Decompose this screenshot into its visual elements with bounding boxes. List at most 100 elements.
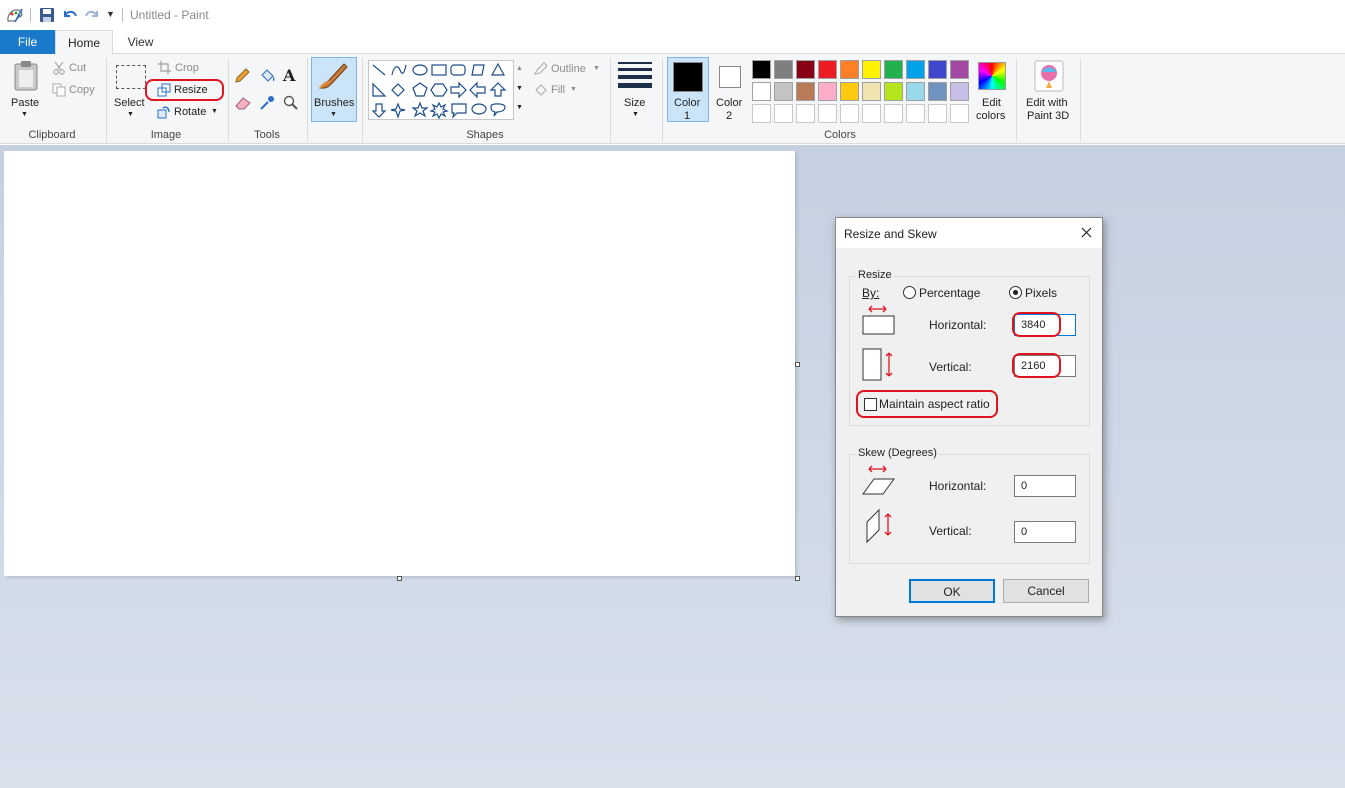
tab-file[interactable]: File (0, 30, 55, 54)
brushes-label[interactable]: Brushes (314, 97, 354, 109)
crop-button[interactable]: Crop (175, 62, 199, 74)
color2-swatch[interactable] (719, 66, 741, 88)
ok-button[interactable]: OK (909, 579, 995, 603)
horizontal-highlight (1012, 312, 1061, 337)
fill-bucket-icon[interactable] (258, 67, 276, 85)
outline-button[interactable]: Outline (551, 63, 586, 75)
size-label[interactable]: Size (624, 97, 645, 109)
color2-label[interactable]: Color (716, 97, 742, 109)
customize-toolbar-icon[interactable]: ▼ (106, 9, 115, 19)
palette-color-swatch[interactable] (752, 82, 771, 101)
undo-icon[interactable] (62, 7, 78, 23)
brushes-dropdown-icon[interactable]: ▼ (330, 111, 337, 118)
select-icon[interactable] (116, 65, 146, 89)
edit-colors-icon[interactable] (978, 62, 1006, 90)
palette-color-swatch[interactable] (928, 104, 947, 123)
skew-horizontal-input[interactable]: 0 (1014, 475, 1076, 497)
color-picker-icon[interactable] (259, 95, 275, 111)
colors-group-label: Colors (824, 129, 856, 141)
shapes-scroll-up-icon[interactable]: ▲ (516, 65, 523, 72)
shapes-more-icon[interactable]: ▼ (516, 104, 523, 111)
percentage-label[interactable]: Percentage (919, 286, 980, 300)
palette-color-swatch[interactable] (840, 60, 859, 79)
edit-paint3d-label-2[interactable]: Paint 3D (1027, 110, 1069, 122)
size-icon[interactable] (618, 62, 652, 90)
palette-color-swatch[interactable] (884, 82, 903, 101)
select-dropdown-icon[interactable]: ▼ (127, 111, 134, 118)
palette-color-swatch[interactable] (884, 60, 903, 79)
palette-color-swatch[interactable] (928, 82, 947, 101)
palette-color-swatch[interactable] (752, 104, 771, 123)
brush-icon (319, 63, 348, 89)
palette-color-swatch[interactable] (862, 104, 881, 123)
palette-color-swatch[interactable] (774, 104, 793, 123)
palette-color-swatch[interactable] (950, 104, 969, 123)
palette-color-swatch[interactable] (796, 104, 815, 123)
edit-colors-label-1[interactable]: Edit (982, 97, 1001, 109)
horizontal-label: Horizontal: (929, 318, 987, 332)
palette-color-swatch[interactable] (818, 82, 837, 101)
maintain-aspect-highlight (856, 390, 998, 418)
palette-color-swatch[interactable] (884, 104, 903, 123)
rotate-dropdown-icon[interactable]: ▼ (211, 108, 218, 115)
edit-colors-label-2[interactable]: colors (976, 110, 1005, 122)
tab-home[interactable]: Home (55, 30, 113, 55)
outline-dropdown-icon[interactable]: ▼ (593, 65, 600, 72)
window-title: Untitled - Paint (130, 8, 209, 22)
shapes-grid-icon[interactable] (370, 62, 512, 120)
paste-icon[interactable] (12, 60, 40, 92)
title-bar: ▼ Untitled - Paint (0, 0, 1345, 30)
canvas-resize-handle-bottom[interactable] (397, 576, 402, 581)
cut-button[interactable]: Cut (69, 62, 86, 74)
palette-color-swatch[interactable] (818, 60, 837, 79)
paint-app-icon[interactable] (6, 7, 24, 23)
fill-dropdown-icon[interactable]: ▼ (570, 86, 577, 93)
rotate-button[interactable]: Rotate (174, 106, 206, 118)
paste-dropdown-icon[interactable]: ▼ (21, 111, 28, 118)
size-dropdown-icon[interactable]: ▼ (632, 111, 639, 118)
close-icon[interactable] (1081, 227, 1092, 238)
palette-color-swatch[interactable] (774, 60, 793, 79)
palette-color-swatch[interactable] (950, 60, 969, 79)
eraser-icon[interactable] (235, 96, 251, 110)
pixels-label[interactable]: Pixels (1025, 286, 1057, 300)
outline-icon (534, 62, 548, 75)
palette-color-swatch[interactable] (906, 82, 925, 101)
palette-color-swatch[interactable] (752, 60, 771, 79)
pencil-icon[interactable] (234, 68, 250, 84)
palette-color-swatch[interactable] (862, 60, 881, 79)
copy-button[interactable]: Copy (69, 84, 95, 96)
paste-label[interactable]: Paste (11, 97, 39, 109)
canvas-resize-handle-right[interactable] (795, 362, 800, 367)
magnifier-icon[interactable] (283, 95, 299, 111)
palette-color-swatch[interactable] (818, 104, 837, 123)
percentage-radio[interactable] (903, 286, 916, 299)
palette-color-swatch[interactable] (774, 82, 793, 101)
palette-color-swatch[interactable] (928, 60, 947, 79)
shapes-scroll-down-icon[interactable]: ▼ (516, 85, 523, 92)
palette-color-swatch[interactable] (840, 104, 859, 123)
save-icon[interactable] (39, 7, 55, 23)
skew-vertical-input[interactable]: 0 (1014, 521, 1076, 543)
palette-color-swatch[interactable] (950, 82, 969, 101)
edit-paint3d-label-1[interactable]: Edit with (1026, 97, 1068, 109)
fill-button[interactable]: Fill (551, 84, 565, 96)
pixels-radio[interactable] (1009, 286, 1022, 299)
drawing-canvas[interactable] (4, 151, 795, 576)
palette-color-swatch[interactable] (796, 82, 815, 101)
ribbon: Paste ▼ Cut Copy Clipboard Select ▼ Crop… (0, 54, 1345, 144)
select-label[interactable]: Select (114, 97, 145, 109)
color1-number: 1 (684, 110, 691, 122)
paint-3d-icon[interactable] (1034, 60, 1064, 92)
palette-color-swatch[interactable] (796, 60, 815, 79)
canvas-resize-handle-corner[interactable] (795, 576, 800, 581)
text-icon[interactable]: A (283, 66, 295, 85)
tab-view[interactable]: View (118, 30, 163, 54)
palette-color-swatch[interactable] (840, 82, 859, 101)
palette-color-swatch[interactable] (862, 82, 881, 101)
color1-swatch (673, 62, 703, 92)
palette-color-swatch[interactable] (906, 60, 925, 79)
redo-icon[interactable] (84, 7, 100, 23)
palette-color-swatch[interactable] (906, 104, 925, 123)
cancel-button[interactable]: Cancel (1003, 579, 1089, 603)
